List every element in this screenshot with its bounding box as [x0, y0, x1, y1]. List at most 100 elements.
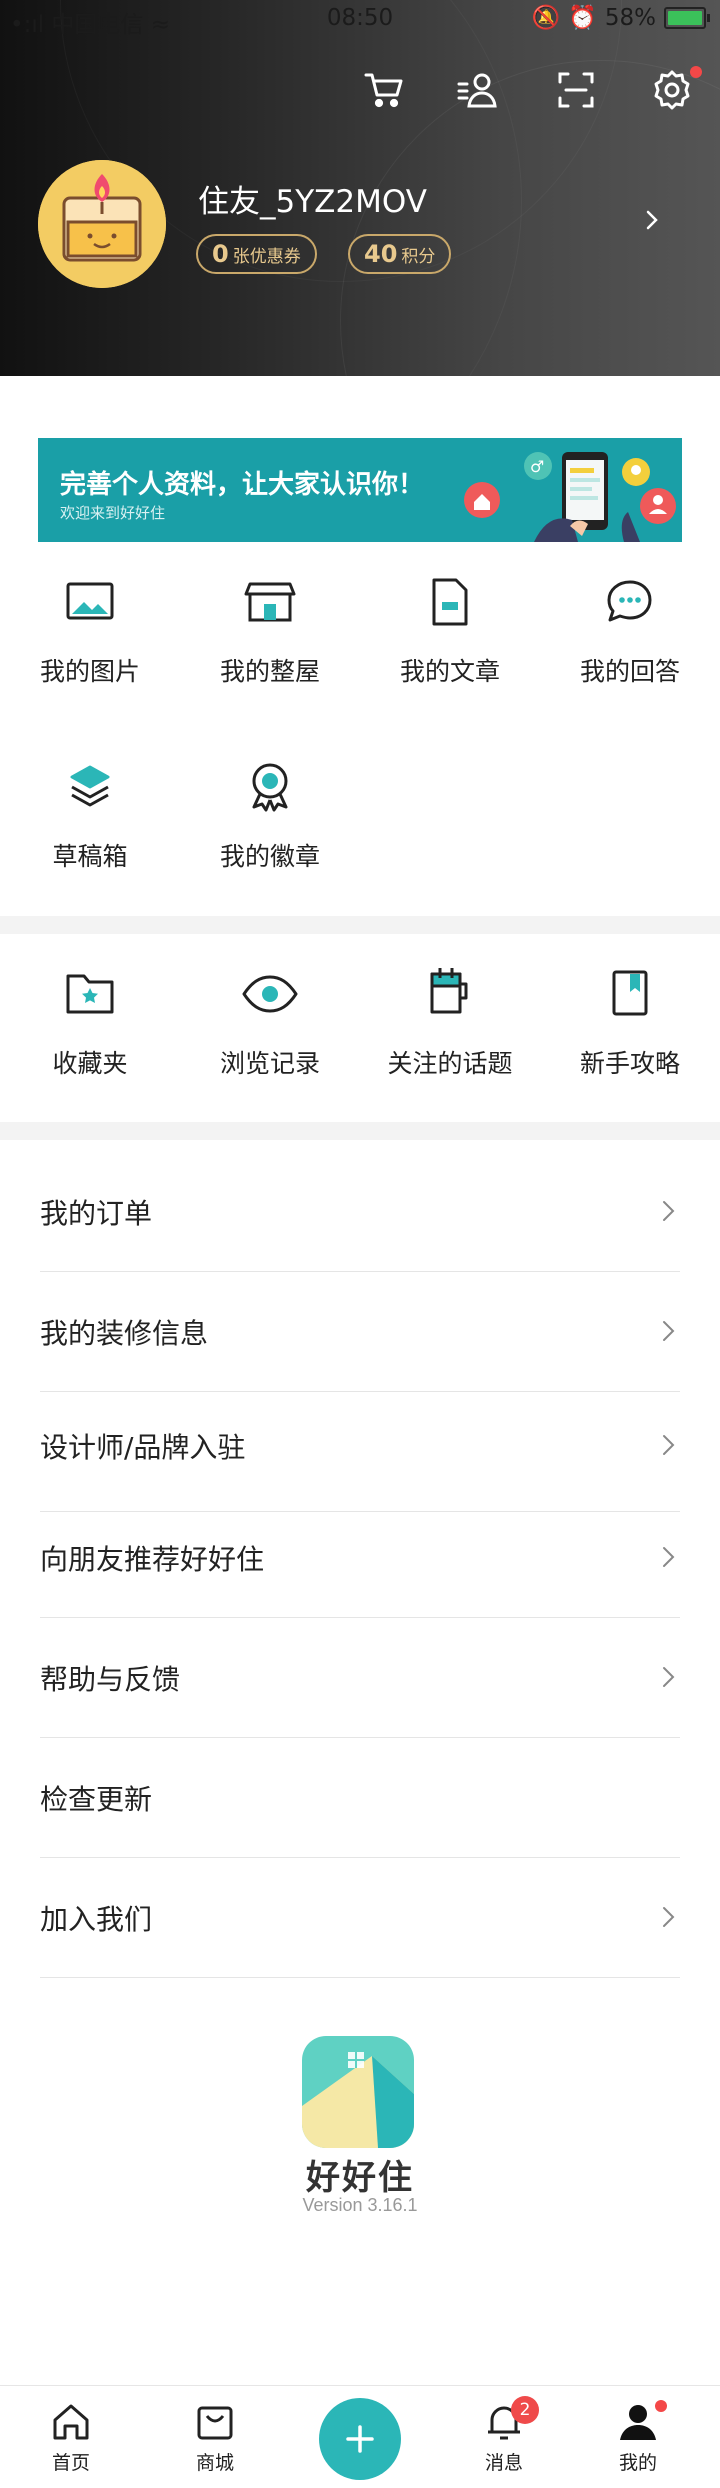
chevron-right-icon [663, 1201, 675, 1221]
menu-item-label: 我的订单 [40, 1197, 153, 1230]
coupons-count: 0 [212, 240, 229, 268]
folder-icon [66, 974, 114, 1014]
app-logo-image [302, 2036, 414, 2148]
alarm-icon: ⏰ [568, 5, 597, 31]
settings-button[interactable] [644, 62, 702, 118]
menu-item-label: 我的装修信息 [40, 1317, 209, 1350]
points-label: 积分 [401, 246, 436, 267]
answer-icon [607, 580, 652, 622]
publish-button[interactable] [319, 2398, 401, 2480]
scan-button[interactable] [548, 62, 604, 118]
menu-item-label: 帮助与反馈 [40, 1663, 181, 1696]
avatar-candle-image [38, 160, 166, 288]
grid-label: 我的整屋 [219, 657, 320, 686]
app-name: 好好住 [306, 2158, 414, 2198]
menu-item-recommend-friends[interactable]: 向朋友推荐好好住 [40, 1498, 680, 1618]
topic-icon [430, 968, 468, 1014]
grid-label: 新手攻略 [579, 1049, 680, 1078]
points-pill[interactable]: 40 积分 [348, 234, 452, 274]
chevron-right-icon [663, 1435, 675, 1455]
eye-icon [242, 975, 298, 1013]
menu-item-join-us[interactable]: 加入我们 [40, 1858, 680, 1978]
home-icon [53, 2404, 89, 2440]
grid-label: 我的文章 [399, 657, 500, 686]
drafts-icon [70, 765, 110, 807]
grid-item-followed-topics[interactable]: 关注的话题 [360, 964, 540, 1080]
tab-home[interactable]: 首页 [26, 2400, 116, 2475]
plus-icon [346, 2425, 374, 2453]
chevron-right-icon [663, 1547, 675, 1567]
profile-chevron-right-icon[interactable] [640, 208, 664, 232]
picture-icon [66, 582, 114, 620]
shopping-bag-icon [197, 2406, 233, 2440]
banner-illustration: ♂ [464, 452, 676, 542]
grid-item-favorites[interactable]: 收藏夹 [0, 964, 180, 1080]
tab-label: 我的 [618, 2452, 657, 2474]
gear-icon [654, 70, 690, 110]
grid-item-my-house[interactable]: 我的整屋 [180, 572, 360, 688]
menu-item-label: 检查更新 [40, 1783, 153, 1816]
house-icon [244, 582, 296, 622]
grid-label: 草稿箱 [52, 842, 128, 871]
coupons-pill[interactable]: 0 张优惠券 [196, 234, 317, 274]
me-notification-dot [655, 2400, 667, 2412]
grid-item-my-pictures[interactable]: 我的图片 [0, 572, 180, 688]
banner-title: 完善个人资料，让大家认识你！ [60, 470, 425, 500]
grid-label: 我的徽章 [219, 842, 320, 871]
cart-button[interactable] [356, 62, 412, 118]
chevron-right-icon [663, 1321, 675, 1341]
menu-item-label: 加入我们 [40, 1903, 153, 1936]
chevron-right-icon [663, 1907, 675, 1927]
grid-label: 我的图片 [39, 657, 140, 686]
menu-item-label: 向朋友推荐好好住 [40, 1543, 265, 1576]
grid-item-guide[interactable]: 新手攻略 [540, 964, 720, 1080]
section-divider [0, 916, 720, 934]
grid-item-history[interactable]: 浏览记录 [180, 964, 360, 1080]
tab-me[interactable]: 我的 [593, 2400, 683, 2475]
complete-profile-banner[interactable]: 完善个人资料，让大家认识你！ 欢迎来到好好住 ♂ [38, 438, 682, 542]
grid-item-my-badges[interactable]: 我的徽章 [180, 757, 360, 873]
coupons-label: 张优惠券 [232, 246, 301, 267]
cart-icon [364, 73, 403, 108]
messages-badge: 2 [511, 2396, 539, 2424]
menu-item-renovation-info[interactable]: 我的装修信息 [40, 1272, 680, 1392]
menu-item-orders[interactable]: 我的订单 [40, 1152, 680, 1272]
menu-item-check-update[interactable]: 检查更新 [40, 1738, 680, 1858]
app-logo [302, 2036, 414, 2148]
points-count: 40 [364, 240, 398, 268]
tab-mall[interactable]: 商城 [170, 2400, 260, 2475]
mute-icon: 🔕 [531, 5, 561, 31]
chevron-right-icon [663, 1667, 675, 1687]
article-icon [432, 578, 468, 626]
section-divider [0, 1122, 720, 1140]
person-icon [620, 2405, 656, 2440]
grid-label: 浏览记录 [219, 1049, 320, 1078]
menu-item-help-feedback[interactable]: 帮助与反馈 [40, 1618, 680, 1738]
tab-label: 消息 [484, 2452, 523, 2474]
menu-item-label: 设计师/品牌入驻 [40, 1431, 246, 1464]
guide-icon [612, 970, 648, 1016]
menu-item-designer-brand-join[interactable]: 设计师/品牌入驻 [40, 1392, 680, 1512]
grid-item-my-answers[interactable]: 我的回答 [540, 572, 720, 688]
battery-percent: 58% [604, 4, 656, 31]
tab-messages[interactable]: 消息 2 [459, 2396, 549, 2475]
banner-subtitle: 欢迎来到好好住 [60, 504, 166, 522]
grid-item-my-articles[interactable]: 我的文章 [360, 572, 540, 688]
grid-label: 收藏夹 [52, 1049, 128, 1078]
battery-icon [664, 6, 710, 29]
badge-icon [252, 763, 288, 812]
grid-label: 关注的话题 [387, 1049, 513, 1078]
avatar[interactable] [38, 160, 166, 288]
username[interactable]: 住友_5YZ2MOV [198, 176, 427, 221]
scan-icon [558, 72, 594, 108]
tab-label: 商城 [195, 2452, 234, 2474]
user-list-icon [457, 73, 497, 108]
grid-label: 我的回答 [579, 657, 680, 686]
grid-item-drafts[interactable]: 草稿箱 [0, 757, 180, 873]
status-right: 🔕 ⏰ 58% [531, 4, 710, 31]
status-bar: •:ıl 中国电信 ≈ 08:50 🔕 ⏰ 58% [0, 0, 720, 38]
tab-label: 首页 [51, 2452, 90, 2474]
svg-text:♂: ♂ [530, 457, 544, 476]
app-version: Version 3.16.1 [302, 2195, 418, 2215]
following-button[interactable] [450, 62, 506, 118]
